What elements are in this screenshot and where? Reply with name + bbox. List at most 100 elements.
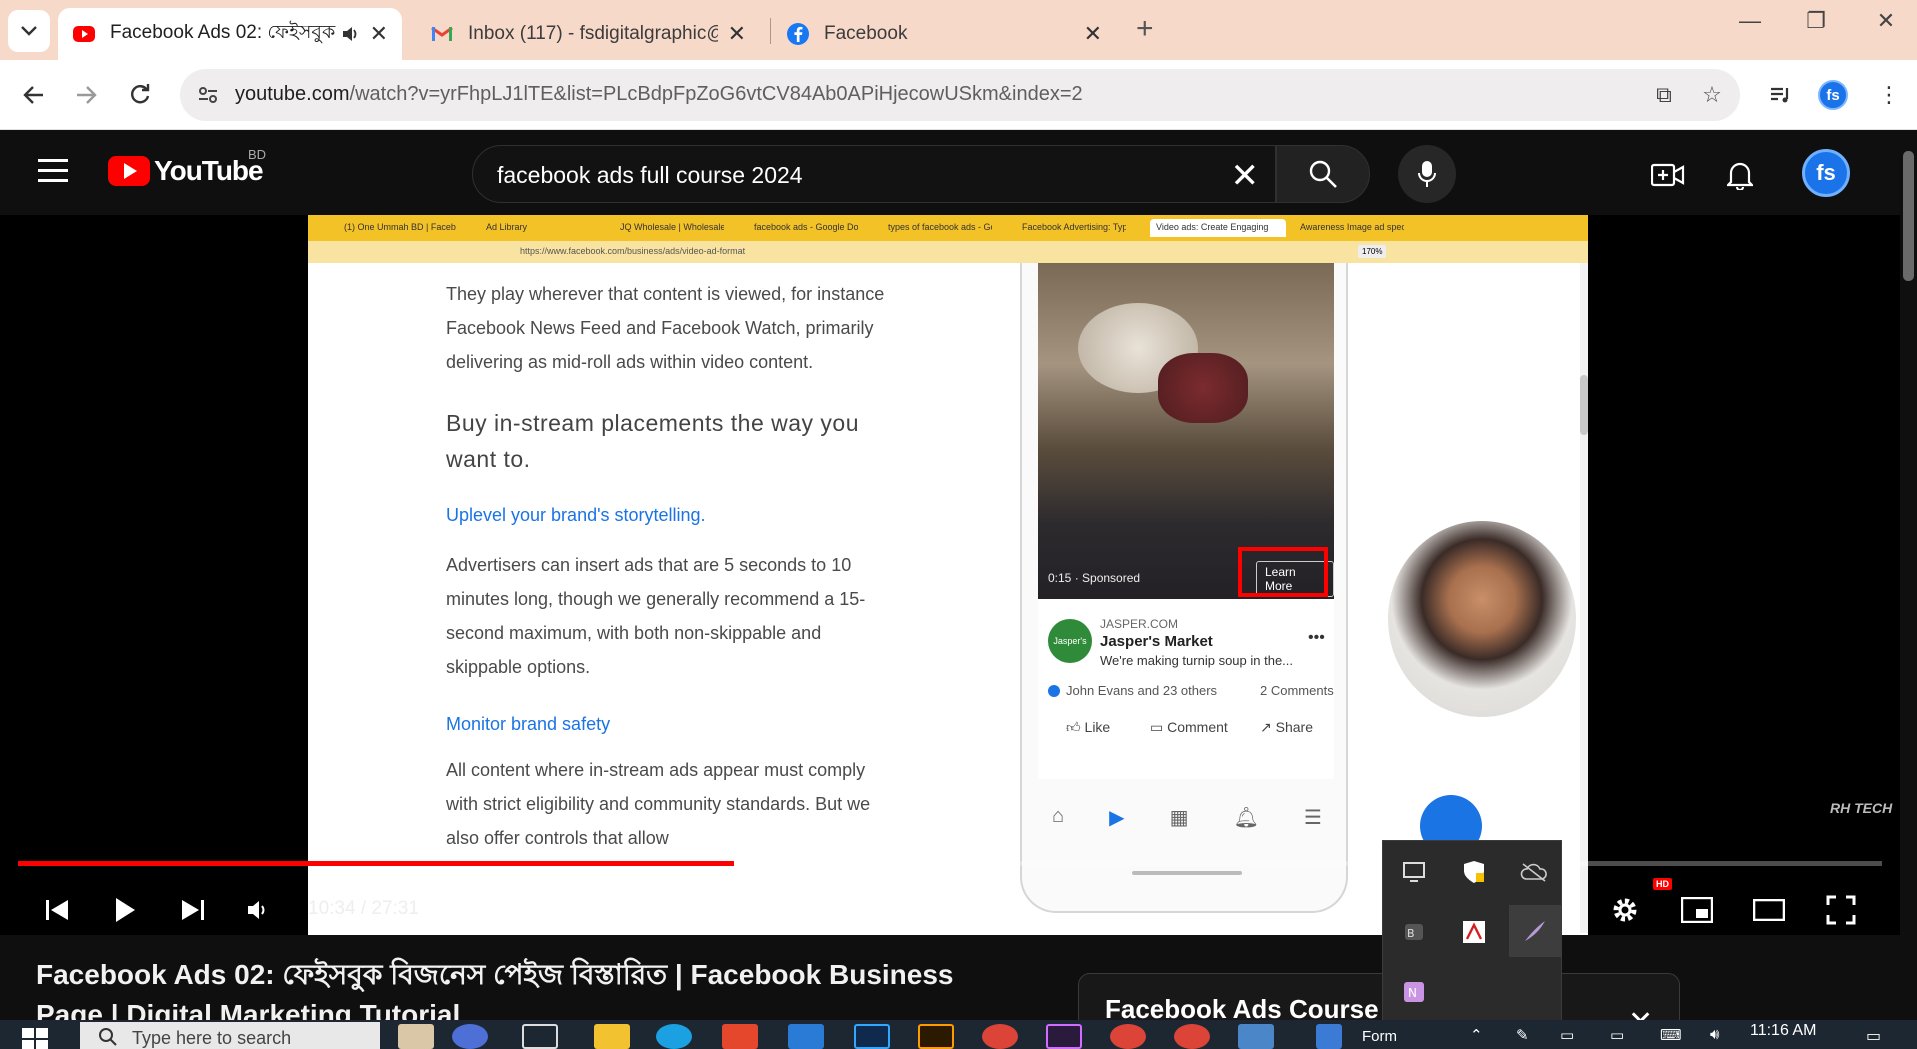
search-input[interactable]: facebook ads full course 2024 ✕ bbox=[472, 145, 1276, 203]
menu-icon[interactable] bbox=[38, 159, 68, 183]
clear-search-icon[interactable]: ✕ bbox=[1231, 156, 1260, 196]
recorded-tab: Facebook Advertising: Type bbox=[1022, 222, 1126, 232]
forward-button[interactable] bbox=[66, 75, 106, 115]
task-view-icon[interactable] bbox=[522, 1024, 558, 1049]
speaker-icon[interactable] bbox=[340, 24, 360, 44]
share-mock: ↗ Share bbox=[1260, 719, 1313, 735]
document-icon[interactable] bbox=[1316, 1024, 1342, 1049]
recorded-browser-tabs: (1) One Ummah BD | Faceb Ad Library JQ W… bbox=[308, 215, 1588, 241]
settings-button[interactable] bbox=[1602, 887, 1648, 933]
playlist-panel[interactable]: Facebook Ads Course bbox=[1078, 973, 1680, 1020]
close-tab-icon[interactable]: ✕ bbox=[370, 21, 388, 47]
previous-button[interactable] bbox=[34, 887, 80, 933]
chrome-profile-avatar[interactable]: fs bbox=[1818, 80, 1848, 110]
windows-taskbar: Type here to search Form ⌃ ✎ ▭ ▭ ⌨ 🔊︎ 11… bbox=[0, 1020, 1917, 1049]
media-controls-icon[interactable] bbox=[1762, 76, 1800, 114]
skip-previous-icon bbox=[46, 900, 68, 920]
home-icon: ⌂ bbox=[1052, 805, 1065, 827]
restore-button[interactable]: ❐ bbox=[1786, 8, 1846, 34]
illustrator-icon[interactable] bbox=[918, 1024, 954, 1049]
minimize-button[interactable]: — bbox=[1720, 8, 1780, 34]
theater-mode-button[interactable] bbox=[1746, 887, 1792, 933]
facebook-icon bbox=[787, 23, 809, 45]
recorded-scrollbar bbox=[1580, 263, 1588, 933]
acrobat-icon[interactable] bbox=[1451, 909, 1497, 955]
terminal-icon[interactable] bbox=[1046, 1024, 1082, 1049]
photoshop-icon[interactable] bbox=[854, 1024, 890, 1049]
recorded-tab: Awareness Image ad specs bbox=[1300, 222, 1404, 232]
search-button[interactable] bbox=[1276, 145, 1370, 203]
close-tab-icon[interactable]: ✕ bbox=[1084, 21, 1102, 47]
page-scroll-thumb[interactable] bbox=[1903, 151, 1914, 281]
show-hidden-icons-chevron-icon[interactable]: ⌃ bbox=[1470, 1026, 1483, 1044]
chrome-menu-icon[interactable]: ⋮ bbox=[1870, 76, 1908, 114]
reload-button[interactable] bbox=[120, 75, 160, 115]
more-options-icon: ••• bbox=[1308, 629, 1325, 646]
tab-youtube[interactable]: Facebook Ads 02: ফেইসবুক ✕ bbox=[58, 8, 402, 60]
voice-search-button[interactable] bbox=[1398, 145, 1456, 203]
page-scrollbar[interactable] bbox=[1900, 131, 1917, 1020]
tab-title: Inbox (117) - fsdigitalgraphic@ bbox=[468, 23, 718, 44]
article-text: They play wherever that content is viewe… bbox=[446, 277, 886, 855]
tab-search-button[interactable] bbox=[8, 10, 50, 52]
next-button[interactable] bbox=[170, 887, 216, 933]
gmail-icon bbox=[431, 26, 453, 41]
site-info-icon[interactable] bbox=[194, 81, 222, 109]
phone-ad-mockup: 0:15 · Sponsored Learn More Jasper's JAS… bbox=[1020, 263, 1348, 913]
onenote-icon[interactable]: N bbox=[1391, 969, 1437, 1015]
youtube-logo[interactable]: YouTube BD bbox=[108, 147, 266, 187]
open-in-app-icon[interactable]: ⧉ bbox=[1650, 81, 1678, 109]
back-button[interactable] bbox=[14, 75, 54, 115]
battery-icon[interactable]: ▭ bbox=[1610, 1026, 1624, 1044]
skip-next-icon bbox=[182, 900, 204, 920]
chrome-icon[interactable] bbox=[1174, 1024, 1210, 1049]
edge-icon[interactable] bbox=[656, 1024, 692, 1049]
onedrive-offline-icon[interactable] bbox=[1511, 849, 1557, 895]
account-avatar[interactable]: fs bbox=[1802, 149, 1850, 197]
taskbar-app-icon[interactable] bbox=[398, 1024, 434, 1049]
chrome-icon[interactable] bbox=[982, 1024, 1018, 1049]
ad-video-thumbnail: 0:15 · Sponsored Learn More bbox=[1038, 263, 1334, 599]
mute-button[interactable] bbox=[236, 887, 282, 933]
fullscreen-button[interactable] bbox=[1818, 887, 1864, 933]
bookmark-star-icon[interactable]: ☆ bbox=[1698, 81, 1726, 109]
taskbar-app-icon[interactable] bbox=[452, 1024, 488, 1049]
taskbar-window-label[interactable]: Form bbox=[1362, 1028, 1397, 1045]
store-icon[interactable] bbox=[722, 1024, 758, 1049]
taskbar-search[interactable]: Type here to search bbox=[80, 1022, 380, 1049]
network-icon[interactable]: ▭ bbox=[1560, 1026, 1574, 1044]
ad-domain: JASPER.COM bbox=[1100, 617, 1179, 631]
play-button[interactable] bbox=[102, 887, 148, 933]
close-tab-icon[interactable]: ✕ bbox=[728, 21, 746, 47]
tab-facebook[interactable]: Facebook ✕ bbox=[772, 8, 1116, 60]
address-bar[interactable]: youtube.com/watch?v=yrFhpLJ1lTE&list=PLc… bbox=[180, 69, 1740, 121]
tab-gmail[interactable]: Inbox (117) - fsdigitalgraphic@ ✕ bbox=[416, 8, 760, 60]
app-tray-icon[interactable]: B bbox=[1391, 909, 1437, 955]
reload-icon bbox=[131, 84, 150, 104]
gear-icon bbox=[1613, 898, 1637, 922]
pen-tool-icon[interactable] bbox=[1509, 905, 1561, 957]
new-tab-button[interactable]: + bbox=[1136, 12, 1154, 46]
notification-center-icon[interactable]: ▭ bbox=[1866, 1026, 1881, 1046]
taskbar-app-icon[interactable] bbox=[1238, 1024, 1274, 1049]
create-video-icon[interactable] bbox=[1648, 155, 1688, 195]
security-shield-icon[interactable] bbox=[1451, 849, 1497, 895]
advertiser-logo: Jasper's bbox=[1048, 619, 1092, 663]
phone-nav-bar: ⌂ ▶ ▦ 🔔︎ ☰ bbox=[1052, 805, 1322, 831]
keyboard-icon[interactable]: ⌨ bbox=[1660, 1026, 1682, 1044]
speaker-icon[interactable]: 🔊︎ bbox=[1710, 1026, 1719, 1043]
miniplayer-button[interactable] bbox=[1674, 887, 1720, 933]
playlist-title: Facebook Ads Course bbox=[1105, 994, 1379, 1020]
ad-copy: We're making turnip soup in the... bbox=[1100, 653, 1294, 668]
display-icon[interactable] bbox=[1391, 849, 1437, 895]
windows-start-icon[interactable] bbox=[22, 1028, 48, 1049]
video-player[interactable]: (1) One Ummah BD | Faceb Ad Library JQ W… bbox=[0, 215, 1900, 935]
file-explorer-icon[interactable] bbox=[594, 1024, 630, 1049]
pen-icon[interactable]: ✎ bbox=[1516, 1026, 1529, 1044]
chrome-icon[interactable] bbox=[1110, 1024, 1146, 1049]
close-window-button[interactable]: ✕ bbox=[1856, 8, 1916, 34]
mail-icon[interactable] bbox=[788, 1024, 824, 1049]
article-link: Uplevel your brand's storytelling. bbox=[446, 505, 706, 525]
taskbar-clock[interactable]: 11:16 AM bbox=[1750, 1022, 1816, 1040]
notifications-bell-icon[interactable] bbox=[1720, 155, 1760, 195]
